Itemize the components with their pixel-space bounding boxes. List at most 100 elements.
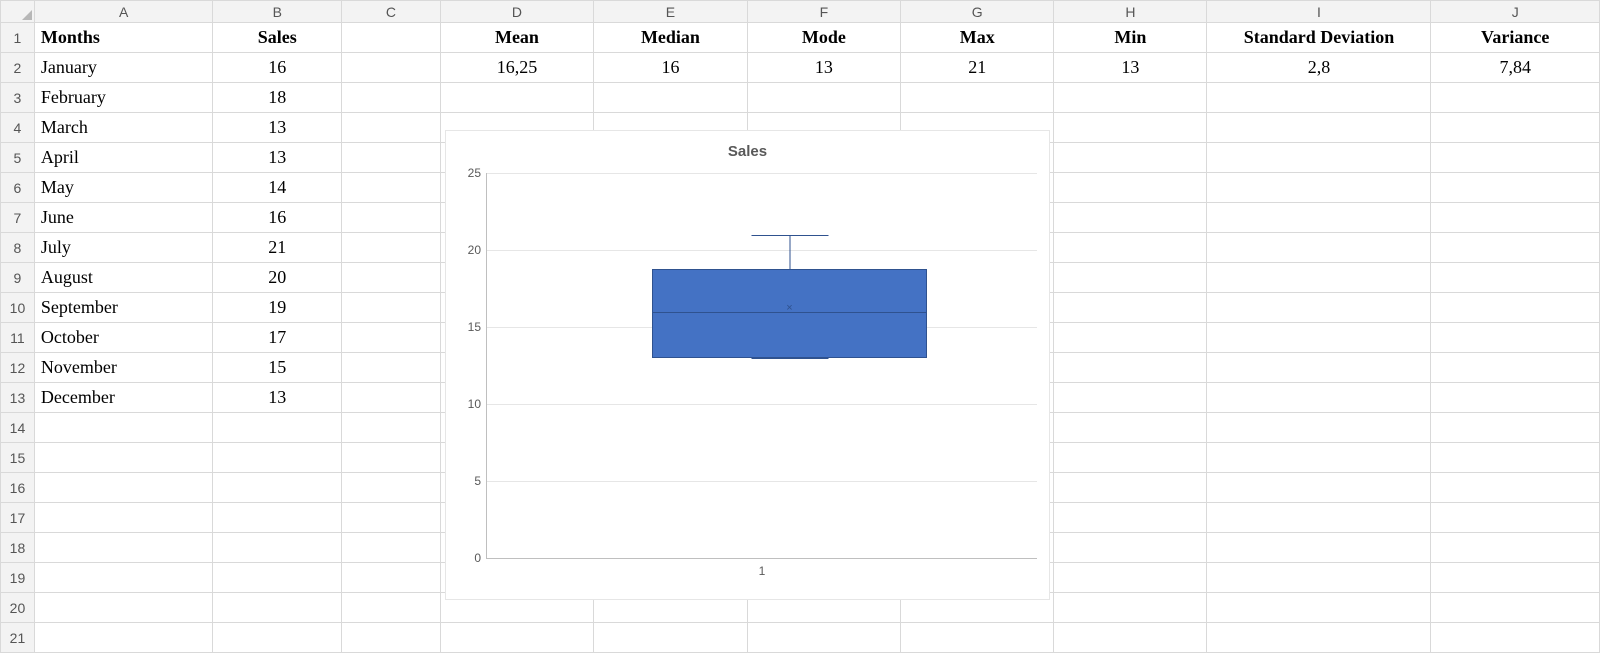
- cell-I11[interactable]: [1207, 323, 1431, 353]
- cell-C14[interactable]: [342, 413, 441, 443]
- cell-H3[interactable]: [1054, 83, 1207, 113]
- cell-C8[interactable]: [342, 233, 441, 263]
- cell-C5[interactable]: [342, 143, 441, 173]
- cell-J16[interactable]: [1431, 473, 1600, 503]
- cell-I12[interactable]: [1207, 353, 1431, 383]
- cell-C4[interactable]: [342, 113, 441, 143]
- cell-B19[interactable]: [213, 563, 342, 593]
- row-header-16[interactable]: 16: [1, 473, 35, 503]
- cell-B6[interactable]: 14: [213, 173, 342, 203]
- cell-A15[interactable]: [34, 443, 212, 473]
- cell-E3[interactable]: [594, 83, 748, 113]
- cell-I20[interactable]: [1207, 593, 1431, 623]
- cell-B14[interactable]: [213, 413, 342, 443]
- col-header-E[interactable]: E: [594, 1, 748, 23]
- cell-H13[interactable]: [1054, 383, 1207, 413]
- row-header-15[interactable]: 15: [1, 443, 35, 473]
- cell-C20[interactable]: [342, 593, 441, 623]
- cell-B20[interactable]: [213, 593, 342, 623]
- cell-C1[interactable]: [342, 23, 441, 53]
- cell-B9[interactable]: 20: [213, 263, 342, 293]
- cell-B12[interactable]: 15: [213, 353, 342, 383]
- row-header-9[interactable]: 9: [1, 263, 35, 293]
- row-header-3[interactable]: 3: [1, 83, 35, 113]
- cell-B7[interactable]: 16: [213, 203, 342, 233]
- cell-I18[interactable]: [1207, 533, 1431, 563]
- row-header-18[interactable]: 18: [1, 533, 35, 563]
- cell-I4[interactable]: [1207, 113, 1431, 143]
- cell-J17[interactable]: [1431, 503, 1600, 533]
- cell-J19[interactable]: [1431, 563, 1600, 593]
- cell-A11[interactable]: October: [34, 323, 212, 353]
- cell-J21[interactable]: [1431, 623, 1600, 653]
- cell-J20[interactable]: [1431, 593, 1600, 623]
- cell-G3[interactable]: [901, 83, 1054, 113]
- row-header-8[interactable]: 8: [1, 233, 35, 263]
- cell-I19[interactable]: [1207, 563, 1431, 593]
- cell-H18[interactable]: [1054, 533, 1207, 563]
- cell-E21[interactable]: [594, 623, 748, 653]
- cell-B3[interactable]: 18: [213, 83, 342, 113]
- cell-A13[interactable]: December: [34, 383, 212, 413]
- cell-J3[interactable]: [1431, 83, 1600, 113]
- cell-J13[interactable]: [1431, 383, 1600, 413]
- cell-I1[interactable]: Standard Deviation: [1207, 23, 1431, 53]
- cell-C6[interactable]: [342, 173, 441, 203]
- cell-B8[interactable]: 21: [213, 233, 342, 263]
- cell-C21[interactable]: [342, 623, 441, 653]
- cell-C7[interactable]: [342, 203, 441, 233]
- cell-A19[interactable]: [34, 563, 212, 593]
- cell-C10[interactable]: [342, 293, 441, 323]
- cell-G2[interactable]: 21: [901, 53, 1054, 83]
- cell-C16[interactable]: [342, 473, 441, 503]
- row-header-4[interactable]: 4: [1, 113, 35, 143]
- cell-C18[interactable]: [342, 533, 441, 563]
- cell-I21[interactable]: [1207, 623, 1431, 653]
- row-header-5[interactable]: 5: [1, 143, 35, 173]
- boxplot-chart[interactable]: Sales 05101520251×: [445, 130, 1050, 600]
- cell-B17[interactable]: [213, 503, 342, 533]
- cell-H5[interactable]: [1054, 143, 1207, 173]
- row-header-1[interactable]: 1: [1, 23, 35, 53]
- cell-I14[interactable]: [1207, 413, 1431, 443]
- cell-B21[interactable]: [213, 623, 342, 653]
- cell-A20[interactable]: [34, 593, 212, 623]
- cell-I3[interactable]: [1207, 83, 1431, 113]
- cell-A8[interactable]: July: [34, 233, 212, 263]
- cell-H15[interactable]: [1054, 443, 1207, 473]
- cell-H21[interactable]: [1054, 623, 1207, 653]
- col-header-A[interactable]: A: [34, 1, 212, 23]
- cell-A5[interactable]: April: [34, 143, 212, 173]
- row-header-2[interactable]: 2: [1, 53, 35, 83]
- cell-I13[interactable]: [1207, 383, 1431, 413]
- cell-J7[interactable]: [1431, 203, 1600, 233]
- col-header-J[interactable]: J: [1431, 1, 1600, 23]
- cell-D2[interactable]: 16,25: [440, 53, 593, 83]
- cell-C11[interactable]: [342, 323, 441, 353]
- cell-A3[interactable]: February: [34, 83, 212, 113]
- col-header-G[interactable]: G: [901, 1, 1054, 23]
- cell-J12[interactable]: [1431, 353, 1600, 383]
- cell-C15[interactable]: [342, 443, 441, 473]
- cell-H12[interactable]: [1054, 353, 1207, 383]
- cell-J14[interactable]: [1431, 413, 1600, 443]
- cell-A21[interactable]: [34, 623, 212, 653]
- cell-B13[interactable]: 13: [213, 383, 342, 413]
- cell-B4[interactable]: 13: [213, 113, 342, 143]
- cell-C9[interactable]: [342, 263, 441, 293]
- row-header-12[interactable]: 12: [1, 353, 35, 383]
- col-header-B[interactable]: B: [213, 1, 342, 23]
- cell-J1[interactable]: Variance: [1431, 23, 1600, 53]
- row-header-10[interactable]: 10: [1, 293, 35, 323]
- col-header-H[interactable]: H: [1054, 1, 1207, 23]
- cell-C13[interactable]: [342, 383, 441, 413]
- cell-A14[interactable]: [34, 413, 212, 443]
- cell-A18[interactable]: [34, 533, 212, 563]
- row-header-19[interactable]: 19: [1, 563, 35, 593]
- cell-H6[interactable]: [1054, 173, 1207, 203]
- cell-A1[interactable]: Months: [34, 23, 212, 53]
- cell-H7[interactable]: [1054, 203, 1207, 233]
- row-header-13[interactable]: 13: [1, 383, 35, 413]
- cell-F3[interactable]: [747, 83, 900, 113]
- cell-H8[interactable]: [1054, 233, 1207, 263]
